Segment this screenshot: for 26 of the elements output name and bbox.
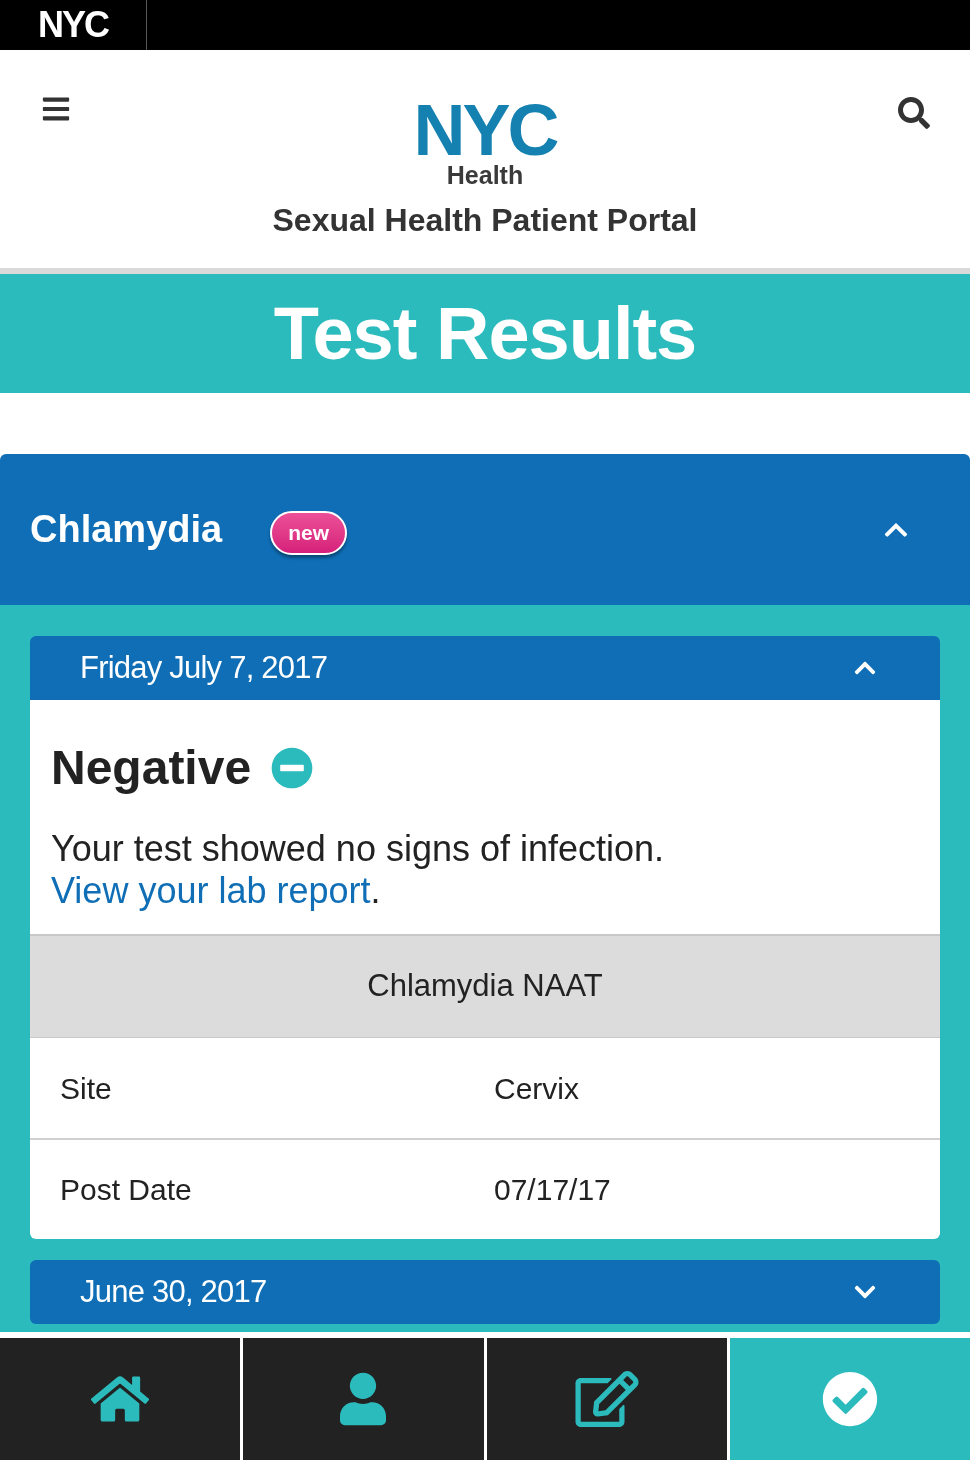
assay-name: Chlamydia NAAT [367, 967, 603, 1006]
detail-value: 07/17/17 [493, 1172, 612, 1208]
search-icon[interactable] [898, 97, 930, 129]
visit-date-header[interactable]: June 30, 2017 [30, 1260, 940, 1324]
lab-report-link[interactable]: View your lab report [51, 870, 371, 911]
person-icon [340, 1372, 387, 1426]
result-message: Your test showed no signs of infection. View your lab report. [51, 828, 666, 912]
detail-label: Site [59, 1070, 113, 1107]
visit-date-header[interactable]: Friday July 7, 2017 [30, 636, 940, 700]
profile-tab[interactable] [243, 1338, 484, 1460]
detail-label: Post Date [59, 1172, 193, 1208]
visit-date: Friday July 7, 2017 [80, 648, 328, 687]
health-logo-subtitle: Health [446, 160, 524, 190]
page-title: Test Results [273, 296, 697, 371]
nyc-logo[interactable]: NYC [38, 7, 108, 43]
visit-date: June 30, 2017 [80, 1272, 267, 1311]
new-badge: new [270, 510, 347, 555]
test-accordion-header[interactable]: Chlamydia new [0, 454, 970, 605]
result-status: Negative [51, 744, 252, 792]
home-tab[interactable] [0, 1338, 241, 1460]
edit-tab[interactable] [486, 1338, 727, 1460]
detail-value: Cervix [493, 1070, 580, 1107]
test-name: Chlamydia [30, 507, 223, 552]
health-logo-wordmark: NYC [413, 100, 557, 160]
home-icon [91, 1373, 150, 1425]
portal-title: Sexual Health Patient Portal [272, 202, 698, 238]
